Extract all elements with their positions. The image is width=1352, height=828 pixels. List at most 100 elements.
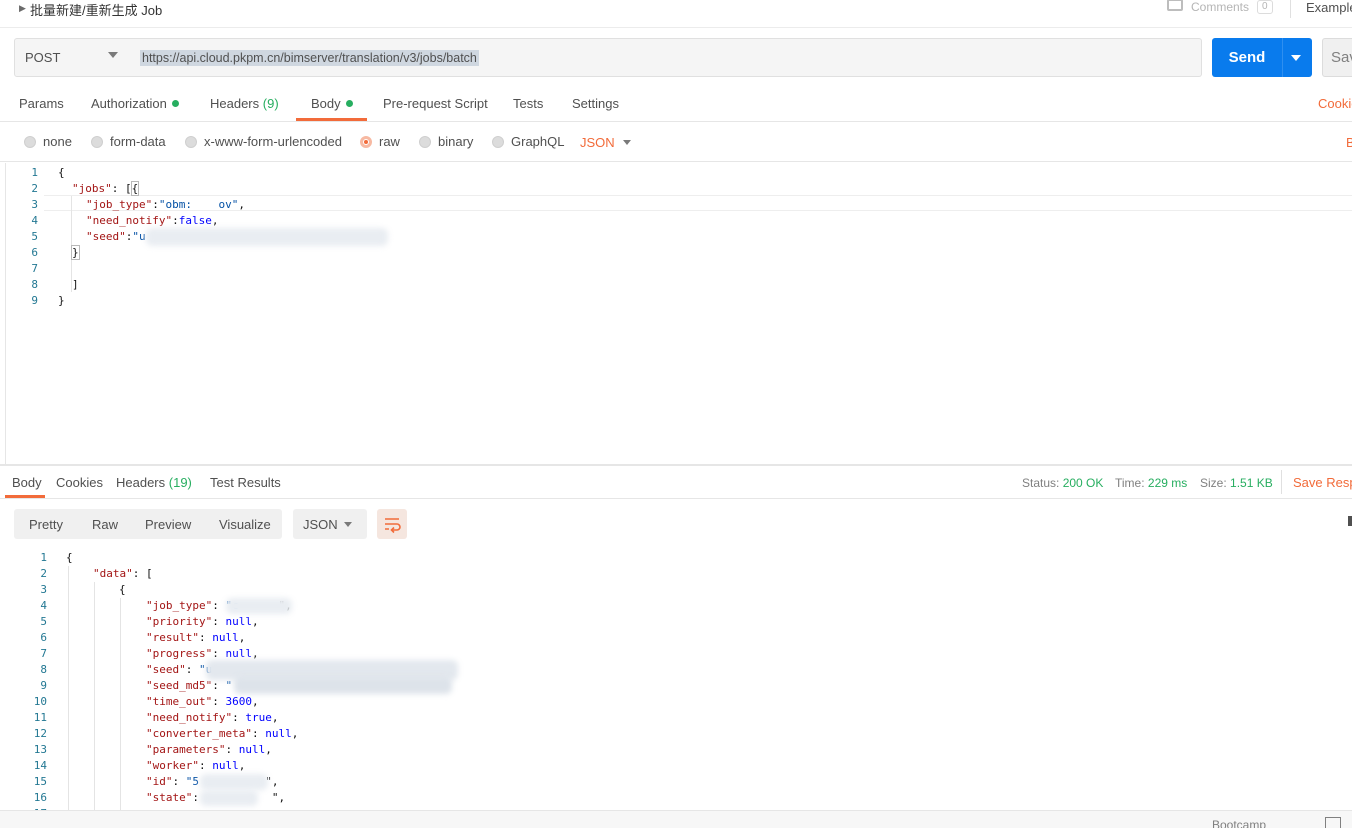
active-tab-indicator (296, 118, 367, 121)
radio-form-data[interactable]: form-data (91, 134, 166, 149)
collapse-caret-icon[interactable]: ▶ (19, 3, 26, 14)
size-meta: Size: 1.51 KB (1200, 476, 1273, 490)
tab-settings[interactable]: Settings (572, 96, 619, 111)
line-number: 9 (31, 294, 38, 307)
radio-label: none (43, 134, 72, 149)
method-value: POST (25, 50, 61, 65)
response-tab-headers[interactable]: Headers (19) (116, 475, 192, 490)
code-line: "converter_meta": null, (146, 727, 299, 740)
code-line: "time_out": 3600, (146, 695, 259, 708)
code-line: "result": null, (146, 631, 246, 644)
view-raw-button[interactable]: Raw (92, 517, 118, 532)
comments-button[interactable]: Comments 0 (1167, 0, 1273, 14)
response-tab-body[interactable]: Body (12, 475, 42, 490)
tab-tests[interactable]: Tests (513, 96, 543, 111)
code-line: "job_type":"obm: ov", (86, 198, 245, 211)
radio-binary[interactable]: binary (419, 134, 473, 149)
code-line: { (58, 166, 65, 179)
radio-raw[interactable]: raw (360, 134, 400, 149)
body-type-select[interactable]: JSON (580, 135, 615, 150)
view-pretty-button[interactable]: Pretty (29, 517, 63, 532)
tab-headers[interactable]: Headers (9) (210, 96, 279, 111)
cookies-link[interactable]: Cookies (1318, 96, 1352, 111)
request-title-bar (0, 0, 1352, 28)
radio-icon (24, 135, 36, 148)
code-line: "seed_md5": " (146, 679, 233, 692)
line-number: 9 (40, 679, 47, 692)
line-number: 6 (31, 246, 38, 259)
redacted-value (234, 676, 452, 694)
response-tab-cookies[interactable]: Cookies (56, 475, 103, 490)
indent-guide (94, 582, 95, 810)
radio-urlencoded[interactable]: x-www-form-urlencoded (185, 134, 342, 149)
line-number: 8 (31, 278, 38, 291)
response-format-value: JSON (303, 517, 338, 532)
radio-none[interactable]: none (24, 134, 72, 149)
tab-body[interactable]: Body (311, 96, 353, 111)
wrap-lines-button[interactable] (377, 509, 407, 539)
line-number: 11 (33, 711, 47, 724)
line-number: 7 (40, 647, 47, 660)
view-preview-button[interactable]: Preview (145, 517, 191, 532)
radio-selected-icon (360, 135, 372, 148)
code-line: { (66, 551, 73, 564)
chevron-down-icon (108, 52, 118, 58)
beautify-link[interactable]: Beautify (1346, 135, 1352, 150)
code-line: "seed": "u (146, 663, 212, 676)
status-bar (0, 810, 1352, 828)
code-line: "progress": null, (146, 647, 259, 660)
examples-button[interactable]: Examples (1306, 0, 1352, 15)
time-value: 229 ms (1147, 476, 1188, 490)
wrap-lines-icon (385, 518, 401, 534)
code-line: "need_notify": true, (146, 711, 279, 724)
line-number: 10 (33, 695, 47, 708)
line-number: 13 (33, 743, 47, 756)
line-number: 5 (31, 230, 38, 243)
radio-graphql[interactable]: GraphQL (492, 134, 564, 149)
indent-guide (68, 566, 69, 810)
two-pane-layout-icon[interactable] (1325, 817, 1341, 828)
tab-label: Headers (210, 96, 260, 111)
line-number: 1 (31, 166, 38, 179)
chevron-down-icon (1291, 55, 1301, 61)
size-value: 1.51 KB (1230, 476, 1273, 490)
view-visualize-button[interactable]: Visualize (219, 517, 271, 532)
radio-icon (492, 135, 504, 148)
line-number: 5 (40, 615, 47, 628)
radio-icon (185, 135, 197, 148)
chevron-down-icon (344, 522, 352, 527)
status-value: 200 OK (1062, 476, 1104, 490)
line-number: 14 (33, 759, 47, 772)
bootcamp-button[interactable]: Bootcamp (1212, 818, 1266, 828)
tab-label: Headers (116, 475, 166, 490)
save-response-button[interactable]: Save Response (1293, 475, 1352, 490)
line-number: 12 (33, 727, 47, 740)
chevron-down-icon (623, 140, 631, 145)
radio-icon (91, 135, 103, 148)
radio-label: form-data (110, 134, 166, 149)
send-button[interactable]: Send (1212, 38, 1282, 77)
status-meta: Status: 200 OK (1022, 476, 1104, 490)
code-line: "need_notify":false, (86, 214, 219, 227)
code-line: "worker": null, (146, 759, 246, 772)
scroll-marker (1348, 516, 1352, 526)
comments-label: Comments (1191, 0, 1250, 14)
tab-label: Body (311, 96, 341, 111)
line-number: 7 (31, 262, 38, 275)
code-line: } (58, 294, 65, 307)
tab-authorization[interactable]: Authorization (91, 96, 179, 111)
request-name[interactable]: 批量新建/重新生成 Job (30, 0, 162, 19)
header-divider (1290, 0, 1291, 18)
radio-label: binary (438, 134, 474, 149)
tab-label: Authorization (91, 96, 167, 111)
divider (1281, 470, 1282, 494)
line-number: 3 (40, 583, 47, 596)
tab-pre-request-script[interactable]: Pre-request Script (383, 96, 488, 111)
headers-count: (9) (262, 96, 279, 111)
save-button[interactable]: Save (1322, 38, 1352, 77)
response-tab-test-results[interactable]: Test Results (210, 475, 281, 490)
tab-params[interactable]: Params (19, 96, 64, 111)
redacted-value (200, 774, 268, 790)
comment-icon (1167, 0, 1183, 11)
time-meta: Time: 229 ms (1115, 476, 1188, 490)
